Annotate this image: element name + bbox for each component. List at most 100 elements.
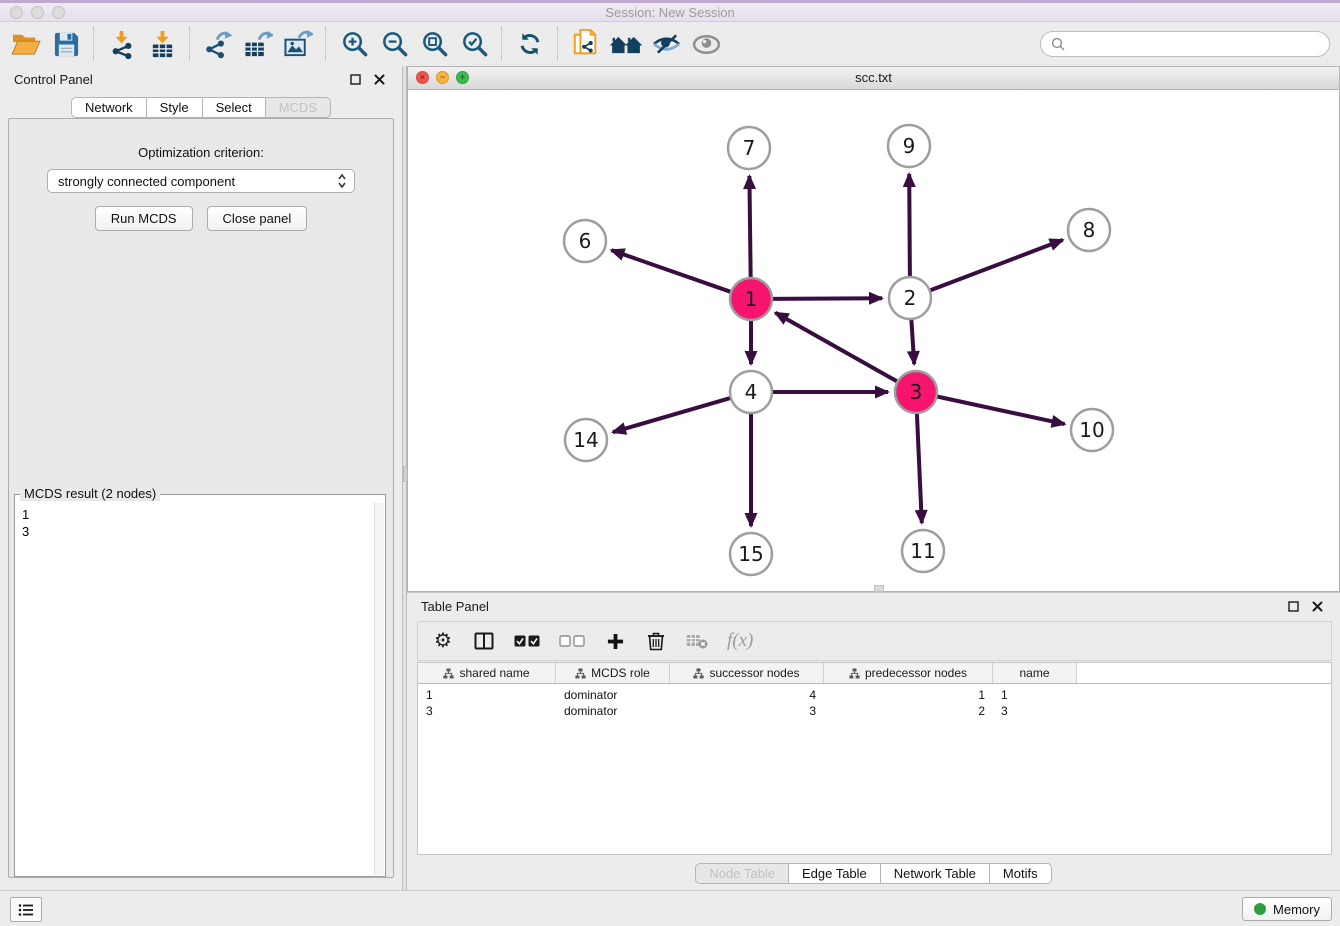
main-toolbar <box>0 22 1340 66</box>
cell-name[interactable]: 1 <box>993 688 1077 702</box>
function-builder-button[interactable]: f(x) <box>727 630 753 652</box>
graph-node-7[interactable]: 7 <box>728 127 770 169</box>
zoom-in-button[interactable] <box>334 25 374 63</box>
memory-button[interactable]: Memory <box>1242 897 1332 921</box>
mcds-result-title: MCDS result (2 nodes) <box>20 486 160 501</box>
cell-predecessor-nodes[interactable]: 2 <box>824 704 993 718</box>
zoom-out-button[interactable] <box>374 25 414 63</box>
table-tab-node-table[interactable]: Node Table <box>695 863 789 884</box>
network-canvas-svg: 7 9 6 8 1 2 4 3 14 10 15 11 <box>408 90 1339 592</box>
graph-node-15[interactable]: 15 <box>730 533 772 575</box>
clipboard-network-icon <box>572 29 600 59</box>
control-panel: Control Panel NetworkStyleSelectMCDS Opt… <box>0 66 402 890</box>
graph-node-10[interactable]: 10 <box>1071 409 1113 451</box>
import-network-button[interactable] <box>102 25 142 63</box>
result-scrollbar[interactable] <box>374 503 384 875</box>
table-row[interactable]: 3dominator323 <box>418 703 1331 719</box>
import-table-button[interactable] <box>142 25 182 63</box>
criterion-dropdown[interactable]: strongly connected component <box>47 169 355 193</box>
column-header-shared-name[interactable]: shared name <box>418 663 556 683</box>
mcds-result-text[interactable]: 13 <box>16 503 374 875</box>
float-table-panel-button[interactable] <box>1284 598 1302 614</box>
edge-4-14[interactable] <box>613 397 733 432</box>
edge-1-2[interactable] <box>770 298 882 299</box>
cell-mcds-role[interactable]: dominator <box>556 704 670 718</box>
cell-successor-nodes[interactable]: 4 <box>670 688 824 702</box>
list-icon <box>18 903 34 917</box>
graph-node-9[interactable]: 9 <box>888 125 930 167</box>
graph-node-11[interactable]: 11 <box>902 530 944 572</box>
search-box[interactable] <box>1040 31 1330 57</box>
close-table-panel-button[interactable] <box>1308 598 1326 614</box>
export-image-button[interactable] <box>278 25 318 63</box>
column-header-mcds-role[interactable]: MCDS role <box>556 663 670 683</box>
cell-mcds-role[interactable]: dominator <box>556 688 670 702</box>
delete-table-button[interactable] <box>686 633 708 649</box>
cell-name[interactable]: 3 <box>993 704 1077 718</box>
edge-1-6[interactable] <box>611 250 733 293</box>
table-tab-network-table[interactable]: Network Table <box>881 863 990 884</box>
show-column-button[interactable] <box>473 632 495 650</box>
select-all-columns-button[interactable] <box>514 635 540 647</box>
export-table-button[interactable] <box>238 25 278 63</box>
unselect-all-columns-button[interactable] <box>559 635 585 647</box>
save-session-button[interactable] <box>46 25 86 63</box>
import-table-icon <box>148 30 177 59</box>
edge-3-1[interactable] <box>775 313 899 383</box>
edge-3-11[interactable] <box>917 411 922 523</box>
tab-network[interactable]: Network <box>71 97 147 118</box>
zoom-fit-button[interactable] <box>414 25 454 63</box>
task-history-button[interactable] <box>10 897 42 922</box>
show-all-button[interactable] <box>686 25 726 63</box>
tab-select[interactable]: Select <box>203 97 266 118</box>
graph-node-6[interactable]: 6 <box>564 220 606 262</box>
hide-selected-button[interactable] <box>646 25 686 63</box>
float-icon <box>350 74 361 85</box>
graph-node-8[interactable]: 8 <box>1068 209 1110 251</box>
graph-node-3[interactable]: 3 <box>895 371 937 413</box>
edge-3-10[interactable] <box>935 396 1065 424</box>
network-splitter-grip[interactable] <box>874 585 884 592</box>
cell-shared-name[interactable]: 1 <box>418 688 556 702</box>
search-input[interactable] <box>1071 36 1319 53</box>
cell-predecessor-nodes[interactable]: 1 <box>824 688 993 702</box>
graph-node-2[interactable]: 2 <box>889 277 931 319</box>
table-row[interactable]: 1dominator411 <box>418 687 1331 703</box>
edge-2-8[interactable] <box>928 240 1063 291</box>
network-window-titlebar[interactable]: × − + scc.txt <box>408 67 1339 90</box>
graph-node-4[interactable]: 4 <box>730 371 772 413</box>
edge-1-7[interactable] <box>749 176 750 280</box>
column-header-name[interactable]: name <box>993 663 1077 683</box>
network-canvas[interactable]: 7 9 6 8 1 2 4 3 14 10 15 11 <box>408 90 1339 591</box>
cell-successor-nodes[interactable]: 3 <box>670 704 824 718</box>
save-icon <box>53 31 80 58</box>
graph-node-14[interactable]: 14 <box>565 419 607 461</box>
tab-style[interactable]: Style <box>147 97 203 118</box>
edge-2-9[interactable] <box>909 174 910 279</box>
window-title: Session: New Session <box>0 4 1340 22</box>
zoom-selected-button[interactable] <box>454 25 494 63</box>
refresh-button[interactable] <box>510 25 550 63</box>
graph-node-1[interactable]: 1 <box>730 278 772 320</box>
create-new-column-button[interactable] <box>604 633 626 650</box>
delete-columns-button[interactable] <box>645 631 667 651</box>
close-panel-action-button[interactable]: Close panel <box>207 206 308 231</box>
node-label: 6 <box>579 229 592 253</box>
column-header-predecessor-nodes[interactable]: predecessor nodes <box>824 663 993 683</box>
column-header-successor-nodes[interactable]: successor nodes <box>670 663 824 683</box>
run-mcds-button[interactable]: Run MCDS <box>95 206 193 231</box>
edge-2-3[interactable] <box>911 317 914 364</box>
tab-mcds[interactable]: MCDS <box>266 97 331 118</box>
node-table: shared nameMCDS rolesuccessor nodesprede… <box>417 662 1332 855</box>
first-neighbors-button[interactable] <box>606 25 646 63</box>
float-panel-button[interactable] <box>346 71 364 87</box>
network-from-clipboard-button[interactable] <box>566 25 606 63</box>
table-body: 1dominator4113dominator323 <box>418 684 1331 719</box>
table-options-button[interactable]: ⚙ <box>432 631 454 651</box>
close-panel-button[interactable] <box>370 71 388 87</box>
cell-shared-name[interactable]: 3 <box>418 704 556 718</box>
table-tab-edge-table[interactable]: Edge Table <box>789 863 881 884</box>
table-tab-motifs[interactable]: Motifs <box>990 863 1052 884</box>
export-network-button[interactable] <box>198 25 238 63</box>
open-session-button[interactable] <box>6 25 46 63</box>
